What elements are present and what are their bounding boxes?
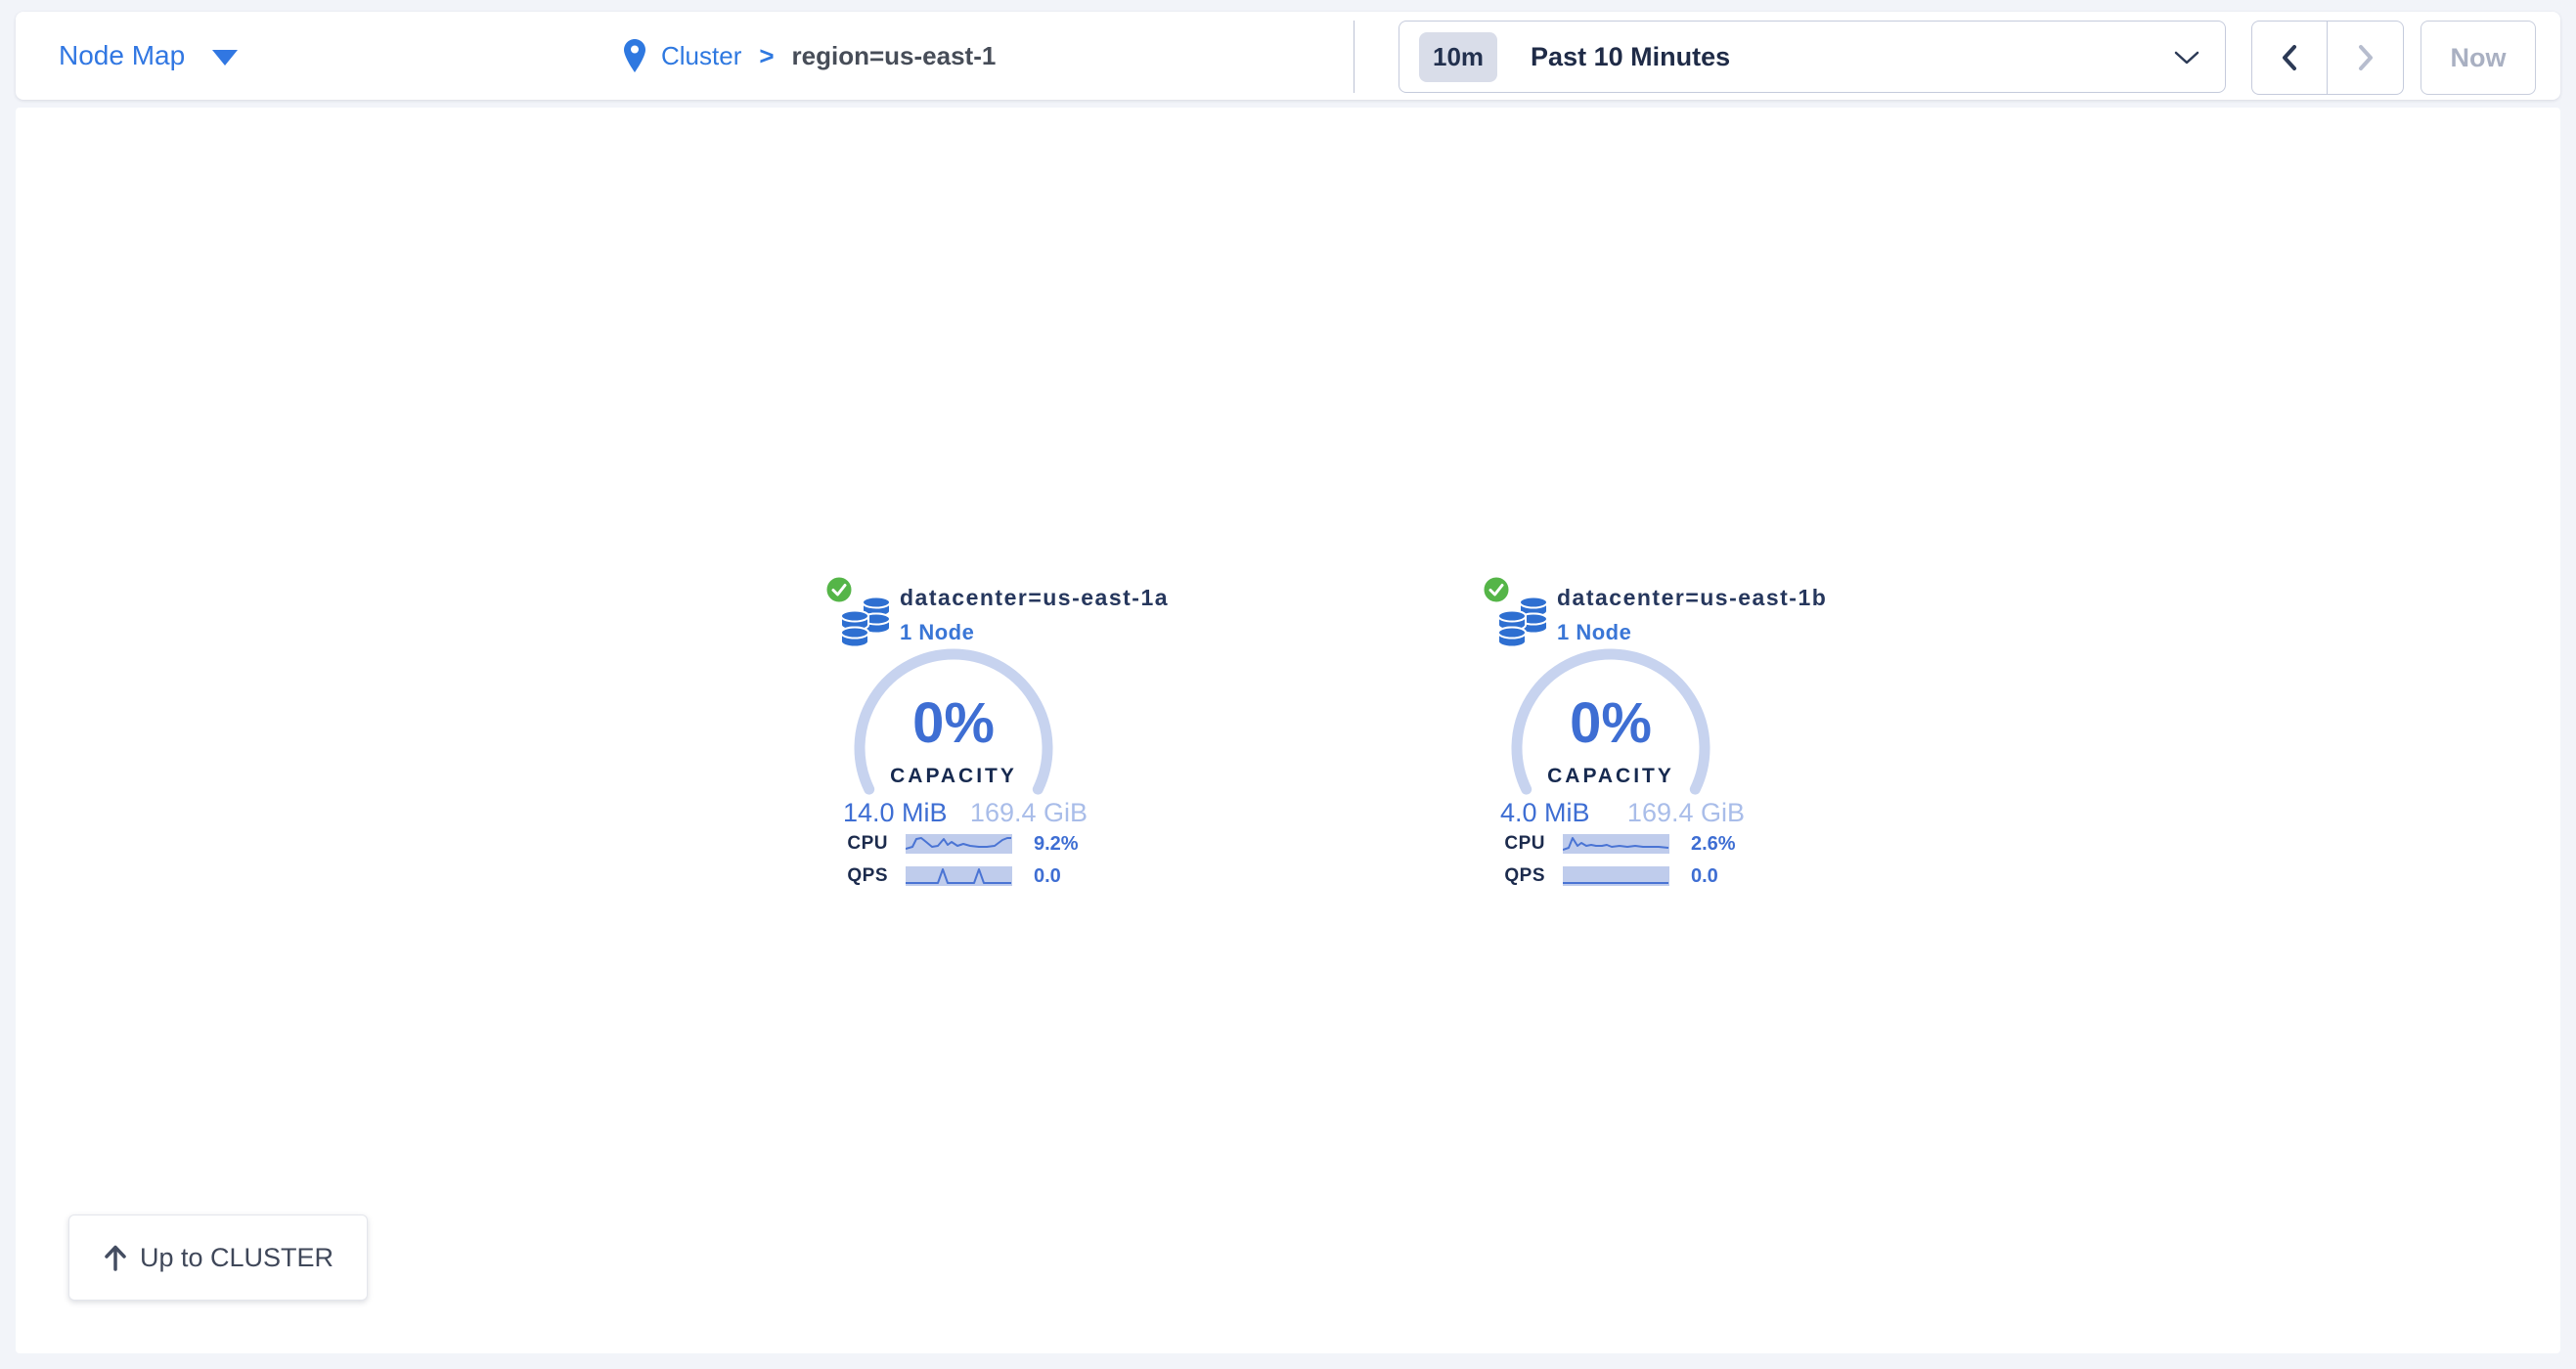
time-range-label: Past 10 Minutes [1531,42,1730,72]
location-pin-icon [624,39,645,72]
node-map-canvas: datacenter=us-east-1a 1 Node 0% CAPACITY… [16,108,2560,1353]
breadcrumb-cluster-link[interactable]: Cluster [661,41,741,71]
cpu-label: CPU [1482,833,1545,855]
caret-down-icon [212,50,238,66]
time-range-badge: 10m [1419,32,1497,82]
datacenter-header: datacenter=us-east-1a 1 Node [900,585,1169,645]
header-divider [1354,21,1355,93]
capacity-used: 14.0 MiB [843,798,948,828]
now-button-disabled[interactable]: Now [2421,21,2536,95]
capacity-total: 169.4 GiB [970,798,1088,828]
node-map-page: Node Map Cluster > region=us-east-1 10m … [0,0,2576,1369]
chevron-left-icon [2279,43,2300,72]
qps-metric-row: QPS 0.0 [824,865,1090,887]
breadcrumb-current-locality: region=us-east-1 [792,41,997,71]
datacenter-header: datacenter=us-east-1b 1 Node [1557,585,1827,645]
cpu-metric-row: CPU 2.6% [1482,833,1748,855]
qps-value: 0.0 [1691,865,1718,888]
qps-label: QPS [1482,865,1545,887]
capacity-total: 169.4 GiB [1627,798,1745,828]
up-to-cluster-label: Up to CLUSTER [140,1243,333,1273]
view-selector-dropdown[interactable]: Node Map [59,12,238,100]
database-stack-icon [839,595,892,647]
capacity-label: CAPACITY [1503,765,1718,788]
capacity-percent: 0% [1503,690,1718,756]
cpu-metric-row: CPU 9.2% [824,833,1090,855]
time-range-select[interactable]: 10m Past 10 Minutes [1399,21,2226,93]
capacity-label: CAPACITY [846,765,1061,788]
capacity-values: 4.0 MiB 169.4 GiB [1500,798,1745,828]
breadcrumb-separator: > [759,41,774,71]
time-step-buttons [2251,21,2404,95]
datacenter-card-us-east-1b[interactable]: datacenter=us-east-1b 1 Node 0% CAPACITY… [1482,573,1748,915]
chevron-down-icon [2174,51,2199,65]
cpu-label: CPU [824,833,888,855]
capacity-used: 4.0 MiB [1500,798,1590,828]
up-to-cluster-button[interactable]: Up to CLUSTER [68,1214,368,1301]
database-stack-icon [1496,595,1549,647]
datacenter-card-us-east-1a[interactable]: datacenter=us-east-1a 1 Node 0% CAPACITY… [824,573,1090,915]
view-selector-label: Node Map [59,40,185,71]
qps-value: 0.0 [1034,865,1061,888]
cpu-value: 2.6% [1691,833,1736,856]
qps-label: QPS [824,865,888,887]
datacenter-title: datacenter=us-east-1b [1557,585,1827,611]
breadcrumb: Cluster > region=us-east-1 [624,12,996,100]
arrow-up-icon [103,1244,128,1271]
qps-sparkline [906,866,1012,886]
chevron-right-icon [2355,43,2376,72]
capacity-values: 14.0 MiB 169.4 GiB [843,798,1088,828]
cpu-sparkline [1563,834,1669,854]
time-next-button-disabled[interactable] [2328,21,2404,95]
cpu-sparkline [906,834,1012,854]
qps-metric-row: QPS 0.0 [1482,865,1748,887]
datacenter-title: datacenter=us-east-1a [900,585,1169,611]
qps-sparkline [1563,866,1669,886]
time-prev-button[interactable] [2251,21,2328,95]
header-bar: Node Map Cluster > region=us-east-1 10m … [16,12,2560,100]
now-button-label: Now [2451,43,2507,73]
capacity-percent: 0% [846,690,1061,756]
cpu-value: 9.2% [1034,833,1079,856]
